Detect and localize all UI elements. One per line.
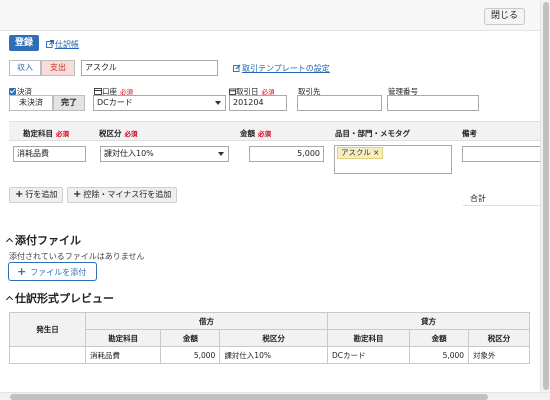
preview-cell-debit-account: 消耗品費 [84,346,162,364]
income-toggle[interactable]: 収入 [9,60,41,76]
account-select[interactable]: DCカード [93,95,226,111]
top-bar: 閉じる [0,0,545,31]
vertical-scrollbar-thumb[interactable] [543,2,549,390]
template-settings-label: 取引テンプレートの設定 [242,64,330,73]
add-row-button[interactable]: + 行を追加 [9,187,64,203]
edit-icon [233,64,241,72]
journal-link-label: 仕訳帳 [55,40,79,49]
close-button[interactable]: 閉じる [484,8,525,25]
chevron-up-icon [5,295,14,304]
remarks-input[interactable] [462,146,545,162]
attachments-title[interactable]: 添付ファイル [5,232,81,248]
preview-header-date: 発生日 [9,312,86,347]
amount-input[interactable]: 5,000 [249,146,324,162]
mgmt-no-input[interactable] [387,95,479,111]
preview-cell-date [9,346,86,364]
card-icon [94,88,102,95]
grid-header-item-dept: 品目・部門・メモタグ [335,129,410,138]
preview-cell-credit-tax: 対象外 [468,346,530,364]
preview-header-debit: 借方 [85,312,328,330]
partner-search-input[interactable]: アスクル [81,60,218,76]
checkbox-checked-icon[interactable] [9,88,16,95]
preview-header-credit: 貸方 [326,312,531,330]
external-link-icon [46,40,54,48]
tax-class-select[interactable]: 課対仕入10% [100,146,229,162]
preview-header-debit-account: 勘定科目 [84,329,162,347]
preview-title[interactable]: 仕訳形式プレビュー [5,290,114,306]
preview-cell-credit-account: DCカード [326,346,411,364]
journal-link[interactable]: 仕訳帳 [46,39,79,50]
attachments-empty-text: 添付されているファイルはありません [9,252,145,261]
total-label: 合計 [470,194,486,203]
preview-cell-debit-tax: 課対仕入10% [219,346,328,364]
preview-header-credit-tax: 税区分 [468,329,530,347]
grid-header-remarks: 備考 [462,129,477,138]
add-deduction-row-button[interactable]: + 控除・マイナス行を追加 [67,187,178,203]
preview-cell-credit-amount: 5,000 [409,346,470,364]
memo-tag[interactable]: アスクル × [337,147,384,159]
horizontal-scrollbar[interactable] [0,392,550,400]
journal-preview-table: 発生日 借方 貸方 勘定科目 金額 税区分 勘定科目 金額 税区分 消耗品費 5… [9,312,531,364]
preview-header-credit-amount: 金額 [409,329,470,347]
grid-header-tax-class: 税区分 必須 [99,129,138,138]
partner-input[interactable] [297,95,382,111]
horizontal-scrollbar-thumb[interactable] [10,394,488,400]
preview-header-credit-account: 勘定科目 [326,329,411,347]
complete-toggle[interactable]: 完了 [53,95,85,111]
entry-grid-header: 勘定科目 必須 税区分 必須 金額 必須 品目・部門・メモタグ 備考 [9,121,545,141]
grid-header-amount: 金額 必須 [240,129,271,138]
txn-date-input[interactable]: 201204 [229,95,287,111]
preview-header-debit-tax: 税区分 [219,329,328,347]
table-row: 消耗品費 5,000 課対仕入10% DCカード 5,000 対象外 [9,346,530,364]
plus-icon: + [15,189,24,200]
register-button[interactable]: 登録 [9,35,39,51]
template-settings-link[interactable]: 取引テンプレートの設定 [233,63,330,74]
vertical-scrollbar[interactable] [540,0,550,392]
plus-icon: + [17,265,27,278]
preview-header-debit-amount: 金額 [160,329,221,347]
calendar-icon [229,88,236,95]
chevron-up-icon [5,237,14,246]
total-divider [463,205,545,206]
unsettled-toggle[interactable]: 未決済 [9,95,53,111]
expense-toggle[interactable]: 支出 [41,60,75,76]
account-item-input[interactable]: 消耗品費 [13,146,86,162]
preview-cell-debit-amount: 5,000 [160,346,221,364]
attach-file-button[interactable]: + ファイルを添付 [8,262,97,281]
plus-icon: + [73,189,82,200]
grid-header-account-item: 勘定科目 必須 [23,129,69,138]
